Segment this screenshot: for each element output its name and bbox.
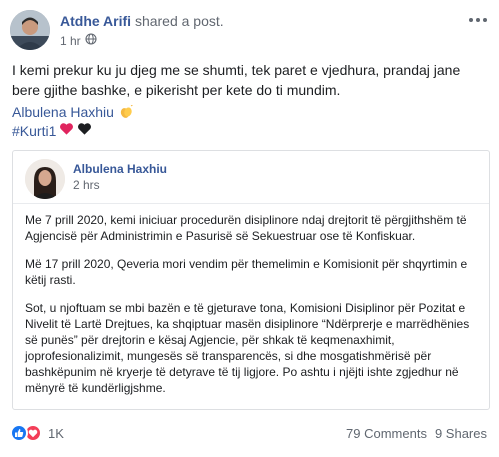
- hashtag-line: #Kurti1: [12, 122, 92, 139]
- mention-name[interactable]: Albulena Haxhiu: [12, 104, 114, 120]
- shared-author-name[interactable]: Albulena Haxhiu: [73, 162, 167, 176]
- more-options-button[interactable]: [467, 12, 489, 28]
- hashtag-link[interactable]: #Kurti1: [12, 123, 56, 139]
- more-dot: [476, 18, 480, 22]
- red-heart-icon: [59, 122, 74, 139]
- reactions-summary[interactable]: 1K: [10, 424, 64, 442]
- post-action: shared a post.: [134, 13, 224, 29]
- shared-post-card[interactable]: Albulena Haxhiu 2 hrs Me 7 prill 2020, k…: [12, 150, 490, 410]
- globe-icon: [85, 33, 97, 48]
- post-timestamp[interactable]: 1 hr: [60, 34, 81, 48]
- black-heart-icon: [77, 122, 92, 139]
- shared-post-body: Me 7 prill 2020, kemi iniciuar procedurë…: [25, 212, 470, 408]
- post-header: Atdhe Arifi shared a post.: [60, 13, 224, 29]
- mention-link[interactable]: Albulena Haxhiu: [12, 104, 134, 120]
- shared-paragraph: Me 7 prill 2020, kemi iniciuar procedurë…: [25, 213, 467, 243]
- comments-count[interactable]: 79 Comments: [346, 426, 427, 441]
- post-meta: 1 hr: [60, 33, 97, 48]
- shared-author-avatar[interactable]: [25, 159, 65, 199]
- like-reaction-icon: [10, 424, 28, 442]
- engagement-counts: 79 Comments 9 Shares: [346, 426, 487, 441]
- post-text: I kemi prekur ku ju djeg me se shumti, t…: [12, 62, 461, 98]
- divider: [13, 203, 489, 204]
- author-name[interactable]: Atdhe Arifi: [60, 13, 131, 29]
- more-dot: [483, 18, 487, 22]
- clapping-hands-icon: [118, 104, 134, 120]
- facebook-post: Atdhe Arifi shared a post. 1 hr I kemi p…: [0, 0, 499, 457]
- shared-timestamp[interactable]: 2 hrs: [73, 178, 100, 192]
- shares-count[interactable]: 9 Shares: [435, 426, 487, 441]
- reaction-count[interactable]: 1K: [48, 426, 64, 441]
- post-footer: 1K 79 Comments 9 Shares: [0, 422, 499, 446]
- author-avatar[interactable]: [10, 10, 50, 50]
- more-dot: [469, 18, 473, 22]
- shared-paragraph: Më 17 prill 2020, Qeveria mori vendim pë…: [25, 257, 468, 287]
- shared-paragraph: Sot, u njoftuam se mbi bazën e të gjetur…: [25, 301, 470, 395]
